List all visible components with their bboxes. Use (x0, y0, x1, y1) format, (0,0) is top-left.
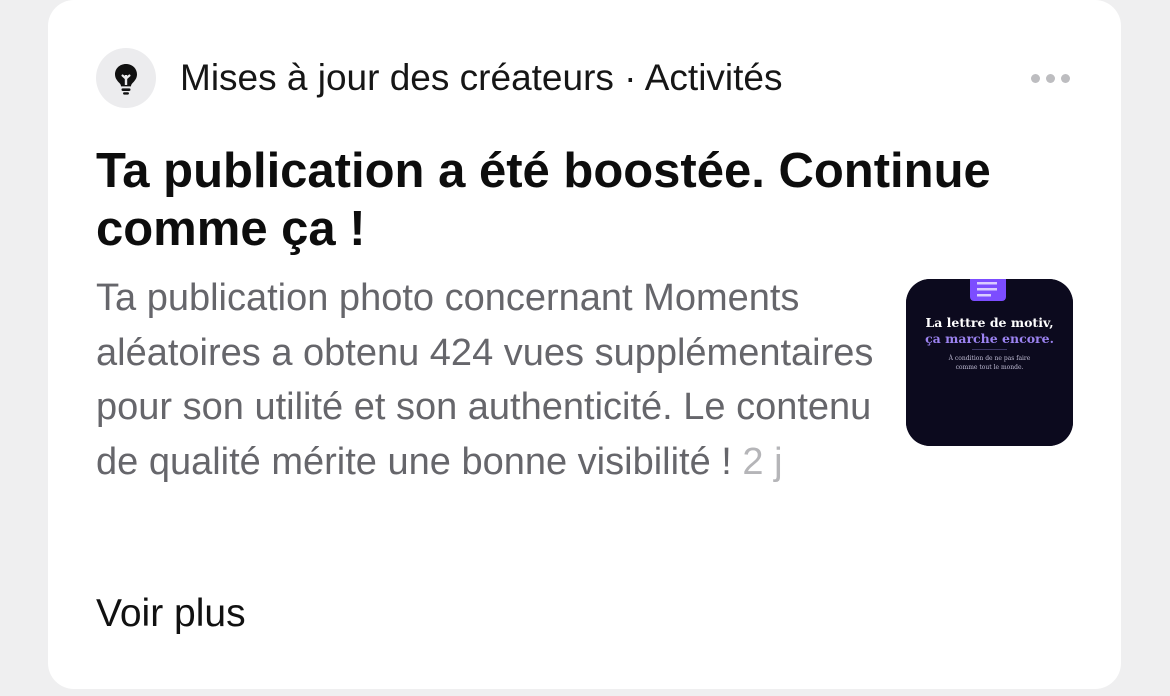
thumbnail-line-1: La lettre de motiv, (925, 315, 1053, 330)
notification-source: Mises à jour des créateurs · Activités (180, 57, 783, 98)
see-more-button[interactable]: Voir plus (96, 590, 246, 638)
notification-title: Ta publication a été boostée. Continue c… (96, 144, 991, 256)
notification-time: 2 j (742, 440, 783, 483)
more-horizontal-icon[interactable] (1029, 64, 1073, 92)
thumbnail-caption-1: À condition de ne pas faire (948, 355, 1031, 362)
lightbulb-icon (96, 48, 156, 108)
thumbnail-line-2: ça marche encore. (925, 331, 1054, 346)
thumbnail-caption-2: comme tout le monde. (956, 364, 1024, 371)
notification-card[interactable]: Mises à jour des créateurs · Activités T… (48, 0, 1121, 689)
post-thumbnail[interactable]: La lettre de motiv, ça marche encore. À … (906, 279, 1073, 446)
notification-body: Ta publication photo concernant Moments … (96, 271, 876, 489)
notification-header: Mises à jour des créateurs · Activités (96, 48, 1073, 108)
